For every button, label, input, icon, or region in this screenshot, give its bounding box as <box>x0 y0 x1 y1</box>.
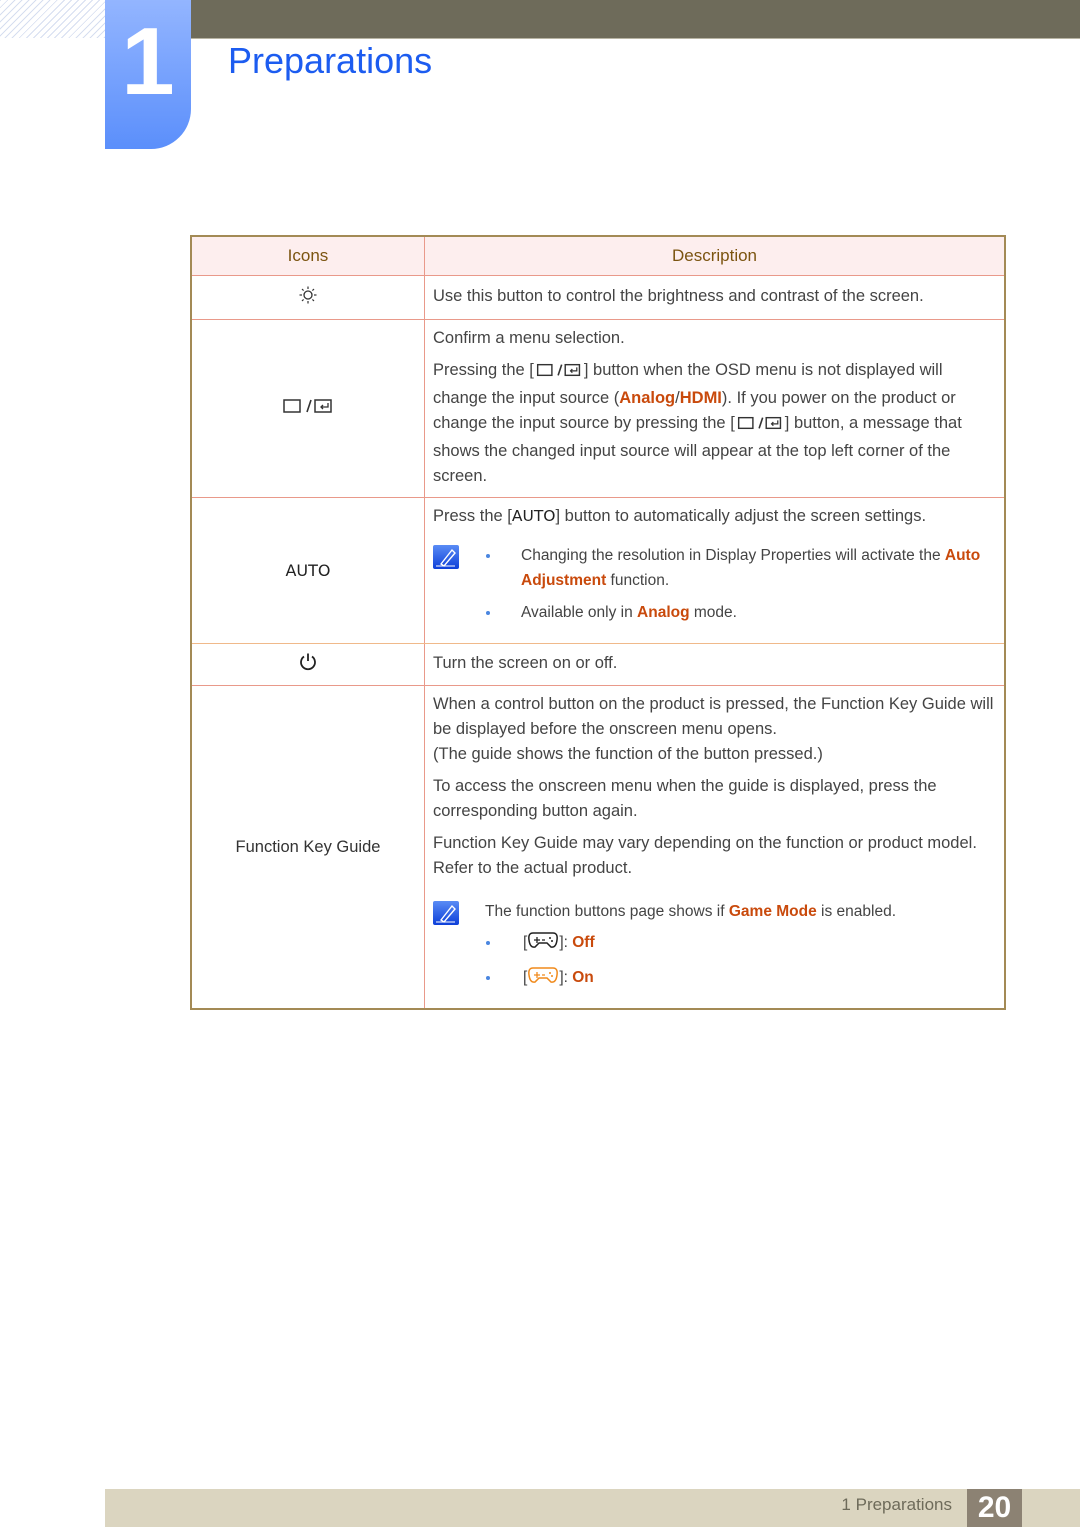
decorative-hatch <box>0 0 105 38</box>
text-fragment: (The guide shows the function of the but… <box>433 745 823 763</box>
table-row: Use this button to control the brightnes… <box>190 275 1006 320</box>
page-title: Preparations <box>228 40 433 81</box>
text-fragment: is enabled. <box>816 903 896 920</box>
note-list-item: []: On <box>461 965 996 993</box>
icon-cell <box>190 275 425 320</box>
description-text: Turn the screen on or off. <box>433 654 618 672</box>
chapter-number: 1 <box>121 8 175 115</box>
chapter-tab: 1 <box>105 0 191 149</box>
text-fragment: Changing the resolution in Display Prope… <box>521 547 945 564</box>
function-key-guide-label: Function Key Guide <box>235 837 381 856</box>
top-bar <box>190 0 1080 39</box>
power-icon <box>298 653 318 676</box>
description-text: Confirm a menu selection. <box>433 329 625 347</box>
gamepad-icon <box>527 965 559 993</box>
icon-cell: AUTO <box>190 497 425 644</box>
highlight-analog: Analog <box>637 604 690 621</box>
text-fragment: ] button to automatically adjust the scr… <box>555 507 927 525</box>
auto-button-label: AUTO <box>285 560 331 580</box>
description-text: Function Key Guide may vary depending on… <box>433 834 977 877</box>
table-row: Confirm a menu selection. Pressing the [… <box>190 319 1006 498</box>
table-row: AUTO Press the [AUTO] button to automati… <box>190 497 1006 644</box>
brightness-icon <box>299 286 317 308</box>
description-text: To access the onscreen menu when the gui… <box>433 777 937 820</box>
description-cell: Use this button to control the brightnes… <box>424 275 1006 320</box>
page-footer: 1 Preparations 20 <box>105 1489 1080 1527</box>
note-pencil-icon <box>433 545 461 571</box>
source-enter-icon <box>282 399 334 419</box>
footer-section-label: 1 Preparations <box>841 1495 952 1514</box>
text-fragment: When a control button on the product is … <box>433 695 994 738</box>
description-text: When a control button on the product is … <box>433 692 996 767</box>
note-list-item: Changing the resolution in Display Prope… <box>461 543 996 593</box>
note-pencil-icon <box>433 901 461 927</box>
header-description: Description <box>424 235 1006 276</box>
text-fragment: Available only in <box>521 604 638 621</box>
icons-table: Icons Description Use this button to con… <box>190 235 1006 1010</box>
description-text: Use this button to control the brightnes… <box>433 287 924 305</box>
page-number: 20 <box>967 1489 1022 1527</box>
highlight-analog: Analog <box>619 389 676 407</box>
description-cell: When a control button on the product is … <box>424 685 1006 1010</box>
source-enter-icon <box>534 361 584 386</box>
note-list-item: Available only in Analog mode. <box>461 600 996 625</box>
note-block: Changing the resolution in Display Prope… <box>433 543 996 632</box>
description-cell: Press the [AUTO] button to automatically… <box>424 497 1006 644</box>
description-text: Pressing the [] button when the OSD menu… <box>433 358 996 489</box>
icon-cell <box>190 319 425 498</box>
text-fragment: Press the [ <box>433 507 512 525</box>
table-row: Turn the screen on or off. <box>190 643 1006 686</box>
auto-inline-label: AUTO <box>511 507 556 525</box>
description-cell: Turn the screen on or off. <box>424 643 1006 686</box>
game-mode-on-label: On <box>572 969 594 986</box>
game-mode-off-label: Off <box>572 934 595 951</box>
icon-cell <box>190 643 425 686</box>
text-fragment: mode. <box>689 604 737 621</box>
description-text: Press the [AUTO] button to automatically… <box>433 504 996 529</box>
highlight-hdmi: HDMI <box>679 389 722 407</box>
text-fragment: Pressing the [ <box>433 361 534 379</box>
note-lead: The function buttons page shows if Game … <box>461 899 996 924</box>
note-list-item: []: Off <box>461 930 996 958</box>
table-header-row: Icons Description <box>190 235 1006 276</box>
source-enter-icon <box>735 414 785 439</box>
highlight-game-mode: Game Mode <box>728 903 817 920</box>
text-fragment: function. <box>606 572 670 589</box>
description-cell: Confirm a menu selection. Pressing the [… <box>424 319 1006 498</box>
icon-cell: Function Key Guide <box>190 685 425 1010</box>
gamepad-icon <box>527 930 559 958</box>
note-block: The function buttons page shows if Game … <box>433 899 996 1000</box>
text-fragment: The function buttons page shows if <box>485 903 729 920</box>
table-row: Function Key Guide When a control button… <box>190 685 1006 1010</box>
header-icons: Icons <box>190 235 425 276</box>
